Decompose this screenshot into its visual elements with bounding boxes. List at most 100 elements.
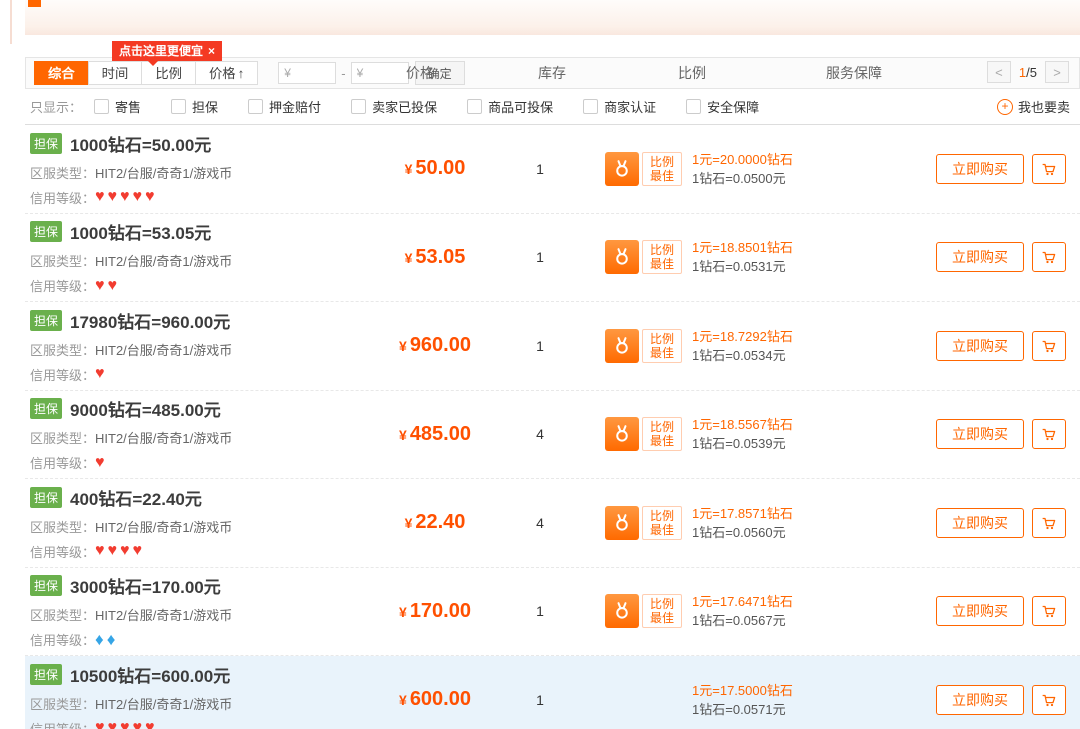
listing-table: 担保 1000钻石=50.00元 区服类型：HIT2/台服/奇奇1/游戏币 信用…	[25, 125, 1080, 729]
listing-price: ¥170.00	[365, 600, 505, 623]
buy-now-button[interactable]: 立即购买	[936, 508, 1024, 538]
i-want-to-sell-link[interactable]: +我也要卖	[997, 97, 1070, 116]
server-type-value: HIT2/台服/奇奇1/游戏币	[95, 608, 232, 623]
listing-row[interactable]: 担保 3000钻石=170.00元 区服类型：HIT2/台服/奇奇1/游戏币 信…	[25, 568, 1080, 657]
add-to-cart-button[interactable]	[1032, 419, 1066, 449]
best-ratio-badge: 比例最佳	[605, 240, 682, 274]
listing-price: ¥485.00	[365, 423, 505, 446]
guarantee-badge: 担保	[30, 133, 62, 154]
price-max-input[interactable]	[351, 62, 409, 84]
credit-level-icons: ♥	[95, 366, 108, 382]
checkbox-icon[interactable]	[94, 99, 109, 114]
buy-now-button[interactable]: 立即购买	[936, 596, 1024, 626]
rate-per-diamond: 1钻石=0.0531元	[692, 257, 793, 276]
filter-security-guarantee[interactable]: 安全保障	[686, 97, 759, 116]
rate-per-diamond: 1钻石=0.0500元	[692, 169, 793, 188]
credit-level-label: 信用等级：	[30, 188, 95, 207]
checkbox-icon[interactable]	[467, 99, 482, 114]
add-to-cart-button[interactable]	[1032, 508, 1066, 538]
listing-actions: 立即购买	[936, 596, 1080, 626]
filter-item-insurable[interactable]: 商品可投保	[467, 97, 553, 116]
rate-per-yuan: 1元=18.8501钻石	[692, 238, 793, 257]
listing-row[interactable]: 担保 400钻石=22.40元 区服类型：HIT2/台服/奇奇1/游戏币 信用等…	[25, 479, 1080, 568]
listing-price: ¥22.40	[365, 511, 505, 534]
server-type-label: 区服类型：	[30, 254, 95, 269]
exchange-rates: 1元=18.5567钻石 1钻石=0.0539元	[692, 415, 793, 453]
rate-per-diamond: 1钻石=0.0567元	[692, 611, 793, 630]
listing-info: 担保 17980钻石=960.00元 区服类型：HIT2/台服/奇奇1/游戏币 …	[25, 308, 365, 384]
buy-now-button[interactable]: 立即购买	[936, 331, 1024, 361]
promo-tooltip[interactable]: 点击这里更便宜×	[112, 41, 222, 61]
listing-title[interactable]: 1000钻石=53.05元	[70, 219, 211, 244]
listing-title[interactable]: 1000钻石=50.00元	[70, 131, 211, 156]
best-ratio-text: 比例最佳	[642, 417, 682, 451]
listing-title[interactable]: 10500钻石=600.00元	[70, 662, 230, 687]
listing-title[interactable]: 17980钻石=960.00元	[70, 308, 230, 333]
prev-page-button[interactable]: <	[987, 61, 1011, 83]
buy-now-button[interactable]: 立即购买	[936, 242, 1024, 272]
sort-price-button[interactable]: 价格↑	[195, 61, 258, 85]
next-page-button[interactable]: >	[1045, 61, 1069, 83]
credit-level-label: 信用等级：	[30, 453, 95, 472]
credit-level-label: 信用等级：	[30, 365, 95, 384]
rate-per-yuan: 1元=17.8571钻石	[692, 504, 793, 523]
add-to-cart-button[interactable]	[1032, 596, 1066, 626]
checkbox-icon[interactable]	[583, 99, 598, 114]
listing-stock: 1	[505, 692, 575, 708]
listing-row[interactable]: 担保 1000钻石=53.05元 区服类型：HIT2/台服/奇奇1/游戏币 信用…	[25, 214, 1080, 303]
best-ratio-text: 比例最佳	[642, 506, 682, 540]
credit-level-label: 信用等级：	[30, 719, 95, 729]
best-ratio-badge: 比例最佳	[605, 417, 682, 451]
listing-stock: 4	[505, 515, 575, 531]
sort-time-button[interactable]: 时间	[88, 61, 143, 85]
guarantee-badge: 担保	[30, 575, 62, 596]
add-to-cart-button[interactable]	[1032, 331, 1066, 361]
guarantee-badge: 担保	[30, 664, 62, 685]
checkbox-icon[interactable]	[171, 99, 186, 114]
listing-row[interactable]: 担保 1000钻石=50.00元 区服类型：HIT2/台服/奇奇1/游戏币 信用…	[25, 125, 1080, 214]
exchange-rates: 1元=18.8501钻石 1钻石=0.0531元	[692, 238, 793, 276]
listing-row[interactable]: 担保 9000钻石=485.00元 区服类型：HIT2/台服/奇奇1/游戏币 信…	[25, 391, 1080, 480]
banner-corner-mark	[28, 0, 41, 7]
listing-actions: 立即购买	[936, 154, 1080, 184]
buy-now-button[interactable]: 立即购买	[936, 419, 1024, 449]
currency-symbol: ¥	[399, 427, 407, 443]
listing-title[interactable]: 3000钻石=170.00元	[70, 573, 221, 598]
exchange-rates: 1元=17.6471钻石 1钻石=0.0567元	[692, 592, 793, 630]
listing-row[interactable]: 担保 17980钻石=960.00元 区服类型：HIT2/台服/奇奇1/游戏币 …	[25, 302, 1080, 391]
currency-symbol: ¥	[405, 161, 413, 177]
medal-icon	[605, 329, 639, 363]
buy-now-button[interactable]: 立即购买	[936, 154, 1024, 184]
checkbox-icon[interactable]	[351, 99, 366, 114]
price-min-input[interactable]	[278, 62, 336, 84]
filter-guarantee[interactable]: 担保	[171, 97, 218, 116]
listing-title[interactable]: 9000钻石=485.00元	[70, 396, 221, 421]
listing-stock: 1	[505, 249, 575, 265]
filter-seller-insured[interactable]: 卖家已投保	[351, 97, 437, 116]
buy-now-button[interactable]: 立即购买	[936, 685, 1024, 715]
add-to-cart-button[interactable]	[1032, 685, 1066, 715]
listing-ratio: 比例最佳 1元=17.5000钻石 1钻石=0.0571元	[575, 681, 875, 719]
add-to-cart-button[interactable]	[1032, 242, 1066, 272]
total-pages: /5	[1026, 65, 1037, 80]
best-ratio-text: 比例最佳	[642, 594, 682, 628]
range-dash: -	[341, 66, 345, 81]
sort-asc-arrow-icon: ↑	[238, 66, 245, 81]
checkbox-icon[interactable]	[686, 99, 701, 114]
filter-consignment[interactable]: 寄售	[94, 97, 141, 116]
rate-per-diamond: 1钻石=0.0571元	[692, 700, 793, 719]
listing-row[interactable]: 担保 10500钻石=600.00元 区服类型：HIT2/台服/奇奇1/游戏币 …	[25, 656, 1080, 729]
exchange-rates: 1元=17.5000钻石 1钻石=0.0571元	[692, 681, 793, 719]
add-to-cart-button[interactable]	[1032, 154, 1066, 184]
medal-icon	[605, 506, 639, 540]
cart-icon	[1040, 337, 1058, 355]
tooltip-close-icon[interactable]: ×	[208, 44, 215, 58]
sort-comprehensive-button[interactable]: 综合	[34, 61, 89, 85]
checkbox-icon[interactable]	[248, 99, 263, 114]
pagination: < 1/5 >	[987, 61, 1069, 83]
filter-merchant-certified[interactable]: 商家认证	[583, 97, 656, 116]
server-type-label: 区服类型：	[30, 608, 95, 623]
filter-deposit-compensation[interactable]: 押金赔付	[248, 97, 321, 116]
listing-info: 担保 3000钻石=170.00元 区服类型：HIT2/台服/奇奇1/游戏币 信…	[25, 573, 365, 649]
listing-title[interactable]: 400钻石=22.40元	[70, 485, 202, 510]
